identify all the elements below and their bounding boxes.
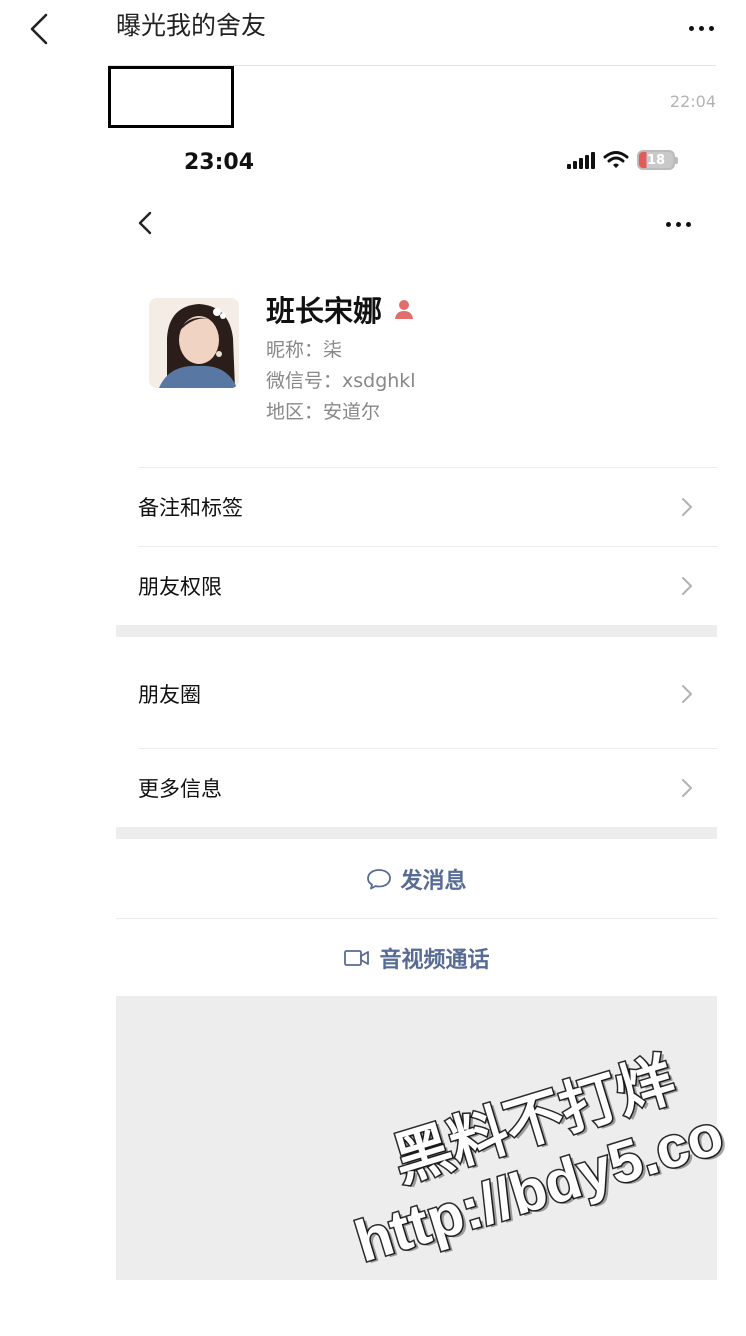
chat-bubble-icon xyxy=(367,869,392,890)
more-dot-icon xyxy=(686,222,691,227)
more-options-button[interactable] xyxy=(689,26,714,31)
remark-tags-row[interactable]: 备注和标签 xyxy=(116,468,717,546)
profile-back-button[interactable] xyxy=(134,208,160,238)
chevron-left-icon xyxy=(138,211,152,235)
row-label: 朋友圈 xyxy=(138,683,201,707)
more-dot-icon xyxy=(676,222,681,227)
avatar-portrait-icon xyxy=(149,298,239,388)
send-message-button[interactable]: 发消息 xyxy=(116,840,717,918)
nickname-text: 昵称：柒 xyxy=(266,339,343,361)
row-label: 备注和标签 xyxy=(138,496,243,520)
video-call-label: 音视频通话 xyxy=(379,948,490,973)
avatar[interactable] xyxy=(149,298,239,388)
more-info-row[interactable]: 更多信息 xyxy=(116,749,717,827)
message-timestamp: 22:04 xyxy=(669,92,716,111)
section-gap xyxy=(116,625,717,637)
shared-screenshot[interactable]: 23:04 18 班长宋娜 昵称：柒 微信号：xsdghkl 地区：安道尔 备注… xyxy=(116,128,717,1280)
chevron-right-icon xyxy=(682,498,692,516)
redacted-sender-box xyxy=(108,66,234,128)
row-label: 朋友权限 xyxy=(138,575,222,599)
more-dot-icon xyxy=(689,26,694,31)
back-button[interactable] xyxy=(22,12,56,46)
region-text: 地区：安道尔 xyxy=(266,401,381,423)
chevron-right-icon xyxy=(682,779,692,797)
video-call-button[interactable]: 音视频通话 xyxy=(116,919,717,997)
profile-name-row: 班长宋娜 xyxy=(266,288,416,330)
chevron-left-icon xyxy=(30,13,48,45)
profile-more-button[interactable] xyxy=(666,222,691,227)
moments-row[interactable]: 朋友圈 xyxy=(116,654,717,734)
friend-permissions-row[interactable]: 朋友权限 xyxy=(116,547,717,625)
video-camera-icon xyxy=(344,950,370,966)
status-bar-time: 23:04 xyxy=(184,150,255,175)
row-label: 更多信息 xyxy=(138,777,222,801)
battery-icon: 18 xyxy=(637,150,678,170)
status-bar-icons: 18 xyxy=(567,150,678,170)
profile-name: 班长宋娜 xyxy=(266,294,383,328)
empty-area xyxy=(116,996,717,1280)
chevron-right-icon xyxy=(682,685,692,703)
more-dot-icon xyxy=(666,222,671,227)
chat-title: 曝光我的舍友 xyxy=(116,11,267,40)
wechat-id-text: 微信号：xsdghkl xyxy=(266,370,416,392)
more-dot-icon xyxy=(709,26,714,31)
send-message-label: 发消息 xyxy=(400,869,467,894)
section-gap xyxy=(116,827,717,839)
more-dot-icon xyxy=(699,26,704,31)
signal-icon xyxy=(567,151,595,169)
female-gender-icon xyxy=(395,300,414,319)
wifi-icon xyxy=(603,151,629,168)
chevron-right-icon xyxy=(682,577,692,595)
